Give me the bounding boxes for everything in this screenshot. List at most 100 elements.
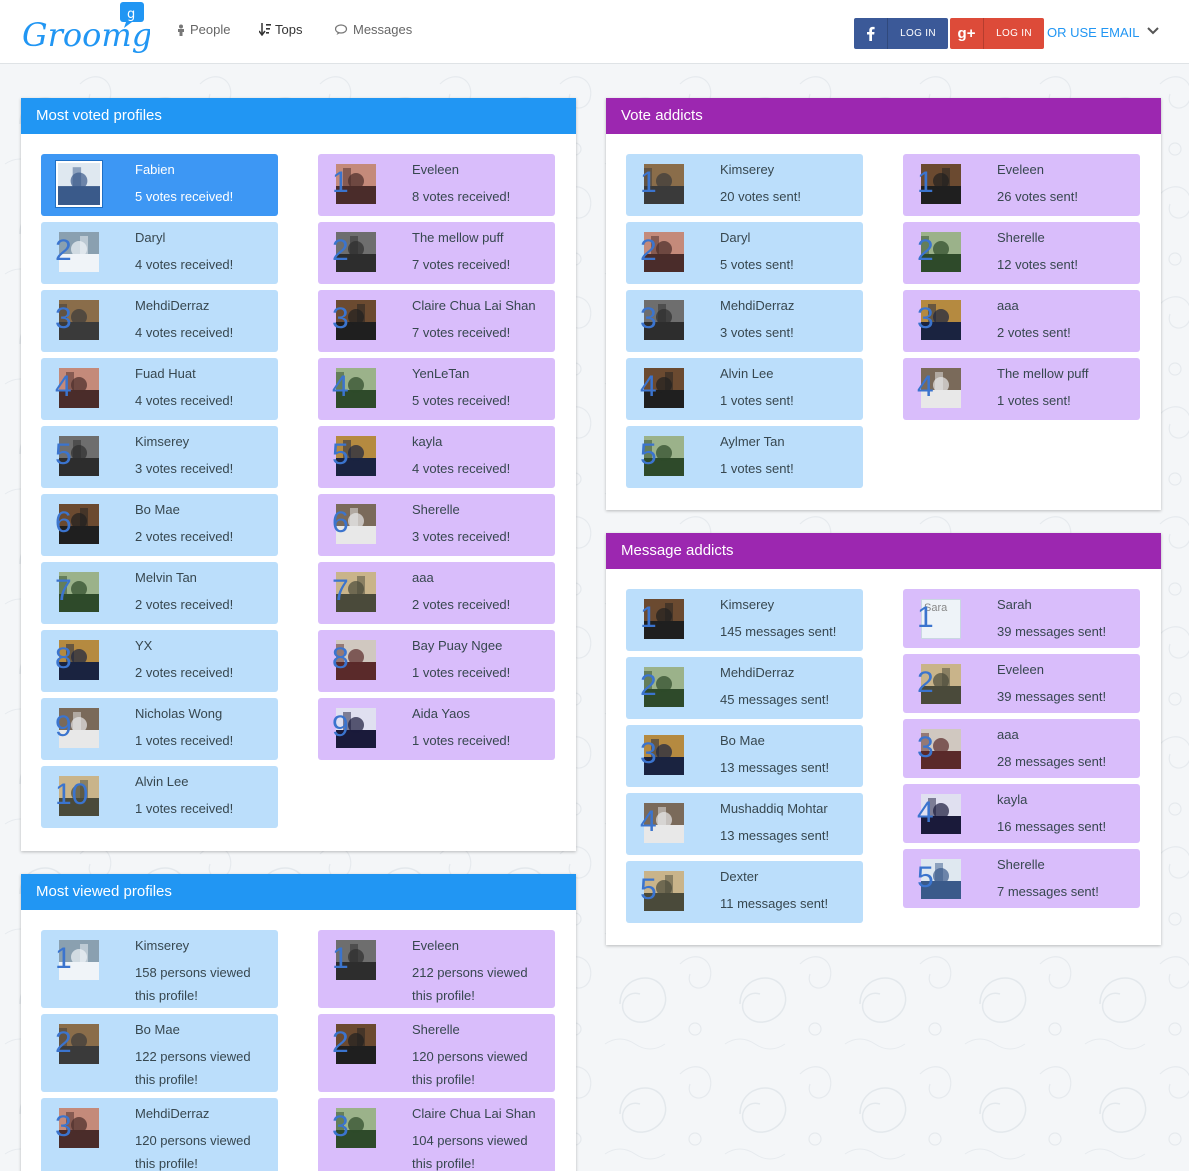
profile-count: 4 votes received!: [135, 393, 234, 408]
profile-card[interactable]: 7 Melvin Tan 2 votes received!: [41, 562, 278, 624]
profile-card[interactable]: 5 Sherelle 7 messages sent!: [903, 849, 1140, 908]
profile-card[interactable]: 2 Sherelle 120 persons viewed this profile…: [318, 1014, 555, 1092]
rank-number: 2: [332, 1026, 349, 1059]
rank-number: 3: [332, 1110, 349, 1143]
rank-number: 1: [332, 942, 349, 975]
rank-number: 5: [640, 873, 657, 906]
groomgy-logo[interactable]: Groomgy g: [20, 2, 171, 60]
profile-name: Kimserey: [135, 938, 190, 953]
rank-number: 5: [640, 438, 657, 471]
rank-number: 2: [55, 1026, 72, 1059]
profile-count: 104 persons viewed this profile!: [412, 1133, 528, 1171]
rank-number: 5: [917, 861, 934, 894]
profile-card[interactable]: 3 Claire Chua Lai Shan 7 votes received!: [318, 290, 555, 352]
profile-name: Daryl: [135, 230, 166, 245]
profile-name: kayla: [997, 792, 1028, 807]
profile-name: Fabien: [135, 162, 175, 177]
rank-number: 1: [332, 166, 349, 199]
profile-card[interactable]: 2 MehdiDerraz 45 messages sent!: [626, 657, 863, 719]
nav-messages-label: Messages: [353, 22, 413, 37]
profile-card[interactable]: 1 Eveleen 8 votes received!: [318, 154, 555, 216]
profile-card[interactable]: 4 Fuad Huat 4 votes received!: [41, 358, 278, 420]
profile-card[interactable]: 6 Bo Mae 2 votes received!: [41, 494, 278, 556]
rank-number: 3: [640, 737, 657, 770]
profile-card[interactable]: 4 Mushaddiq Mohtar 13 messages sent!: [626, 793, 863, 855]
profile-name: Sherelle: [412, 1022, 460, 1037]
nav-people[interactable]: People: [176, 22, 230, 37]
profile-card[interactable]: 9 Aida Yaos 1 votes received!: [318, 698, 555, 760]
profile-card[interactable]: 4 Alvin Lee 1 votes sent!: [626, 358, 863, 420]
profile-card[interactable]: 3 aaa 28 messages sent!: [903, 719, 1140, 778]
rank-number: 4: [55, 370, 72, 403]
rank-number: 7: [332, 574, 349, 607]
profile-card[interactable]: 1 Eveleen 212 persons viewed this profile!: [318, 930, 555, 1008]
most-viewed-title: Most viewed profiles: [21, 874, 576, 910]
profile-card[interactable]: 8 YX 2 votes received!: [41, 630, 278, 692]
profile-card[interactable]: 5 Kimserey 3 votes received!: [41, 426, 278, 488]
profile-card[interactable]: Fabien 5 votes received!: [41, 154, 278, 216]
profile-count: 5 votes received!: [135, 189, 234, 204]
profile-card[interactable]: 1 Kimserey 145 messages sent!: [626, 589, 863, 651]
profile-card[interactable]: 2 The mellow puff 7 votes received!: [318, 222, 555, 284]
profile-name: Alvin Lee: [135, 774, 189, 789]
rank-number: 1: [917, 166, 934, 199]
profile-card[interactable]: 5 Aylmer Tan 1 votes sent!: [626, 426, 863, 488]
profile-card[interactable]: 3 MehdiDerraz 4 votes received!: [41, 290, 278, 352]
profile-name: aaa: [412, 570, 434, 585]
profile-card[interactable]: 3 Bo Mae 13 messages sent!: [626, 725, 863, 787]
profile-name: Nicholas Wong: [135, 706, 223, 721]
profile-card[interactable]: 1 Kimserey 158 persons viewed this profile…: [41, 930, 278, 1008]
profile-card[interactable]: 3 aaa 2 votes sent!: [903, 290, 1140, 352]
profile-card[interactable]: 5 kayla 4 votes received!: [318, 426, 555, 488]
profile-count: 122 persons viewed this profile!: [135, 1049, 251, 1087]
profile-card[interactable]: 1 Eveleen 26 votes sent!: [903, 154, 1140, 216]
profile-count: 13 messages sent!: [720, 828, 830, 843]
google-login-button[interactable]: g+ LOG IN: [950, 18, 1044, 49]
profile-card[interactable]: 2 Daryl 4 votes received!: [41, 222, 278, 284]
profile-card[interactable]: 2 Eveleen 39 messages sent!: [903, 654, 1140, 713]
google-login-label: LOG IN: [996, 28, 1032, 39]
profile-card[interactable]: 2 Bo Mae 122 persons viewed this profile!: [41, 1014, 278, 1092]
rank-number: 4: [640, 805, 657, 838]
profile-card[interactable]: 4 YenLeTan 5 votes received!: [318, 358, 555, 420]
profile-card[interactable]: 3 MehdiDerraz 3 votes sent!: [626, 290, 863, 352]
profile-card[interactable]: 4 The mellow puff 1 votes sent!: [903, 358, 1140, 420]
rank-number: 4: [917, 796, 934, 829]
profile-card[interactable]: 3 Claire Chua Lai Shan 104 persons viewed …: [318, 1098, 555, 1171]
profile-count: 3 votes received!: [412, 529, 511, 544]
profile-card[interactable]: 3 MehdiDerraz 120 persons viewed this prof…: [41, 1098, 278, 1171]
rank-number: 7: [55, 574, 72, 607]
profile-name: Alvin Lee: [720, 366, 774, 381]
profile-card[interactable]: 2 Sherelle 12 votes sent!: [903, 222, 1140, 284]
profile-name: aaa: [997, 727, 1019, 742]
email-login-link[interactable]: OR USE EMAIL: [1047, 25, 1139, 40]
profile-count: 5 votes received!: [412, 393, 511, 408]
rank-number: 9: [55, 710, 72, 743]
profile-name: Eveleen: [412, 162, 459, 177]
profile-card[interactable]: 2 Daryl 5 votes sent!: [626, 222, 863, 284]
profile-card[interactable]: 8 Bay Puay Ngee 1 votes received!: [318, 630, 555, 692]
nav-messages[interactable]: Messages: [335, 22, 412, 37]
profile-count: 1 votes sent!: [720, 461, 794, 476]
facebook-login-label: LOG IN: [900, 28, 936, 39]
profile-card[interactable]: 10 Alvin Lee 1 votes received!: [41, 766, 278, 828]
nav-tops[interactable]: Tops: [259, 22, 302, 37]
profile-card[interactable]: 5 Dexter 11 messages sent!: [626, 861, 863, 923]
profile-card[interactable]: 4 kayla 16 messages sent!: [903, 784, 1140, 843]
top-bar: Groomgy g People Tops Messages LOG IN g+…: [0, 0, 1189, 64]
profile-name: Bo Mae: [135, 1022, 180, 1037]
chevron-down-icon[interactable]: [1146, 24, 1160, 43]
profile-card[interactable]: 7 aaa 2 votes received!: [318, 562, 555, 624]
svg-text:g: g: [127, 7, 135, 22]
profile-name: Eveleen: [997, 662, 1044, 677]
facebook-login-button[interactable]: LOG IN: [854, 18, 948, 49]
profile-card[interactable]: 1 Kimserey 20 votes sent!: [626, 154, 863, 216]
profile-name: Kimserey: [135, 434, 190, 449]
profile-count: 3 votes sent!: [720, 325, 794, 340]
rank-number: 6: [332, 506, 349, 539]
profile-card[interactable]: 6 Sherelle 3 votes received!: [318, 494, 555, 556]
profile-count: 2 votes sent!: [997, 325, 1071, 340]
profile-card[interactable]: 9 Nicholas Wong 1 votes received!: [41, 698, 278, 760]
profile-card[interactable]: Sara 1 Sarah 39 messages sent!: [903, 589, 1140, 648]
profile-name: Bo Mae: [135, 502, 180, 517]
